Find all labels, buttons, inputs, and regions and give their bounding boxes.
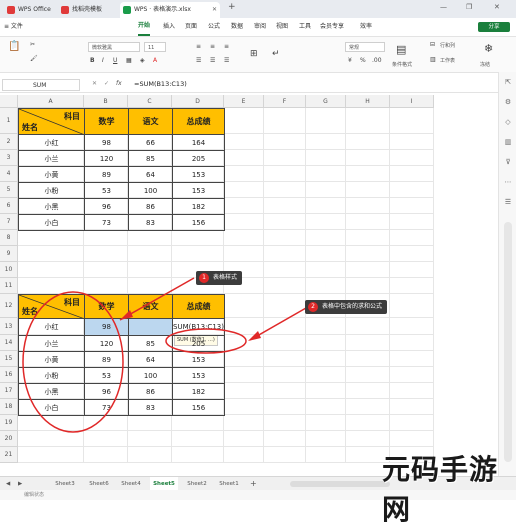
sheet-next-button[interactable]: ▶ bbox=[18, 477, 22, 491]
sheet-prev-button[interactable]: ◀ bbox=[6, 477, 10, 491]
callout-number: 1 bbox=[199, 273, 209, 283]
callout-table-style: 1 表格样式 bbox=[196, 271, 243, 285]
sheet-tab-sheet2[interactable]: Sheet2 bbox=[184, 477, 210, 491]
callout-number: 2 bbox=[308, 302, 318, 312]
annotation-arrowhead-1 bbox=[120, 310, 133, 320]
sheet-tab-sheet4[interactable]: Sheet4 bbox=[118, 477, 144, 491]
panel-chart-icon[interactable]: ▥ bbox=[503, 138, 513, 148]
callout-text: 表格中包含的求和公式 bbox=[322, 303, 383, 310]
horizontal-scrollbar[interactable] bbox=[290, 481, 390, 487]
status-mode: 编辑状态 bbox=[24, 492, 45, 498]
sheet-tab-sheet3[interactable]: Sheet3 bbox=[52, 477, 78, 491]
right-side-panel: ⇱ ⚙ ◇ ▥ ⊽ ⋯ ☰ bbox=[498, 72, 516, 476]
panel-select-icon[interactable]: ⇱ bbox=[503, 78, 513, 88]
add-sheet-button[interactable]: + bbox=[250, 477, 257, 491]
annotation-ellipse-formula bbox=[165, 328, 247, 354]
watermark-logo: 元码手游网 bbox=[382, 453, 499, 526]
panel-more-icon[interactable]: ⋯ bbox=[503, 178, 513, 188]
panel-settings-icon[interactable]: ☰ bbox=[503, 198, 513, 208]
panel-shape-icon[interactable]: ◇ bbox=[503, 118, 513, 128]
callout-text: 表格样式 bbox=[213, 274, 238, 281]
sheet-tab-sheet6[interactable]: Sheet6 bbox=[86, 477, 112, 491]
panel-property-icon[interactable]: ⚙ bbox=[503, 98, 513, 108]
callout-sum-formula: 2 表格中包含的求和公式 bbox=[305, 300, 388, 314]
annotation-arrowhead-2 bbox=[248, 331, 261, 341]
annotation-overlay bbox=[22, 277, 307, 433]
annotation-ellipse-names bbox=[22, 291, 124, 433]
vertical-scrollbar[interactable] bbox=[504, 222, 512, 462]
panel-filter-icon[interactable]: ⊽ bbox=[503, 158, 513, 168]
sheet-tab-sheet1[interactable]: Sheet1 bbox=[216, 477, 242, 491]
